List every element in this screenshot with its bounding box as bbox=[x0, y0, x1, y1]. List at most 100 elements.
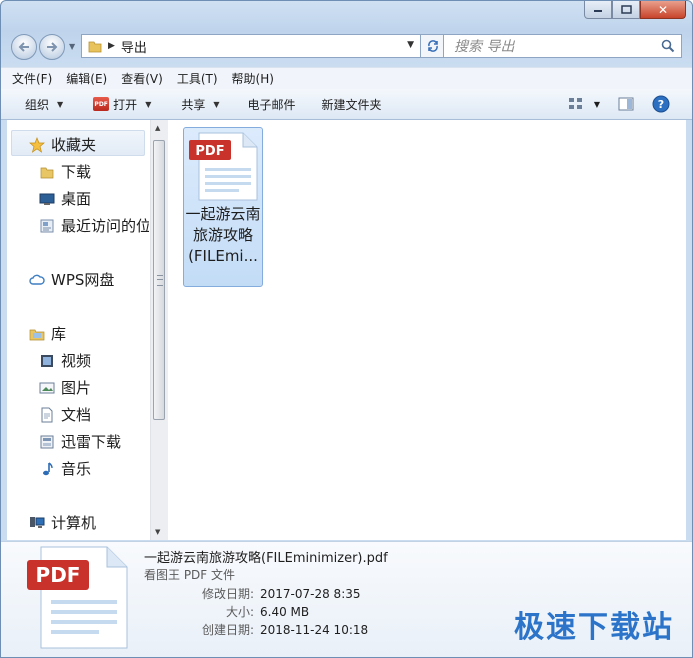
caption-buttons: ✕ bbox=[584, 1, 686, 21]
downloads-folder-icon bbox=[40, 167, 54, 178]
refresh-icon bbox=[427, 40, 438, 52]
sidebar-label: 库 bbox=[51, 325, 67, 343]
close-icon: ✕ bbox=[657, 2, 669, 17]
open-button[interactable]: PDF 打开 ▼ bbox=[93, 96, 151, 113]
address-dropdown[interactable]: ▼ bbox=[407, 40, 414, 50]
details-modified-row: 修改日期: 2017-07-28 8:35 bbox=[151, 585, 361, 602]
maximize-icon bbox=[620, 5, 632, 14]
details-filename: 一起游云南旅游攻略(FILEminimizer).pdf bbox=[144, 551, 388, 566]
details-pane: PDF 一起游云南旅游攻略(FILEminimizer).pdf 看图王 PDF… bbox=[1, 541, 692, 657]
breadcrumb-separator[interactable]: ▶ bbox=[108, 41, 115, 51]
change-view-icon[interactable] bbox=[568, 97, 584, 111]
sidebar-label: 文档 bbox=[61, 406, 92, 424]
chevron-down-icon: ▼ bbox=[213, 99, 220, 109]
file-name: 一起游云南旅游攻略(FILEmi... bbox=[185, 205, 261, 265]
star-icon bbox=[29, 136, 45, 153]
recent-places-icon bbox=[40, 219, 54, 232]
search-input[interactable] bbox=[452, 36, 656, 58]
scroll-thumb[interactable] bbox=[153, 140, 165, 420]
maximize-button[interactable] bbox=[612, 1, 640, 19]
new-folder-button[interactable]: 新建文件夹 bbox=[322, 96, 382, 113]
menu-file[interactable]: 文件(F) bbox=[12, 70, 52, 87]
sidebar-item-libraries[interactable]: 库 bbox=[29, 323, 66, 344]
details-filetype: 看图王 PDF 文件 bbox=[144, 568, 236, 582]
cloud-icon bbox=[29, 274, 45, 285]
pdf-app-icon: PDF bbox=[93, 97, 110, 111]
navigation-scrollbar[interactable]: ▲ ▼ bbox=[150, 120, 168, 540]
address-bar[interactable]: ▶ 导出 ▼ bbox=[81, 34, 421, 58]
forward-arrow-icon bbox=[47, 42, 58, 52]
scroll-down-arrow-icon[interactable]: ▼ bbox=[155, 528, 160, 536]
preview-pane-icon[interactable] bbox=[618, 97, 634, 111]
sidebar-item-recent[interactable]: 最近访问的位置 bbox=[39, 215, 149, 236]
sidebar-label: 音乐 bbox=[61, 460, 92, 478]
sidebar-item-videos[interactable]: 视频 bbox=[39, 350, 91, 371]
svg-text:?: ? bbox=[658, 98, 664, 111]
scroll-up-arrow-icon[interactable]: ▲ bbox=[155, 124, 160, 132]
search-icon[interactable] bbox=[661, 39, 675, 53]
sidebar-label: WPS网盘 bbox=[51, 271, 115, 289]
watermark-text: 极速下载站 bbox=[514, 610, 674, 645]
breadcrumb-export[interactable]: 导出 bbox=[121, 37, 147, 56]
pdf-file-icon: PDF bbox=[189, 132, 258, 201]
menu-bar: 文件(F) 编辑(E) 查看(V) 工具(T) 帮助(H) bbox=[1, 67, 692, 89]
computer-icon bbox=[30, 516, 45, 528]
folder-icon bbox=[88, 41, 102, 53]
sidebar-label: 收藏夹 bbox=[51, 136, 97, 154]
menu-edit[interactable]: 编辑(E) bbox=[66, 70, 107, 87]
menu-help[interactable]: 帮助(H) bbox=[232, 70, 274, 87]
recent-pages-dropdown[interactable]: ▼ bbox=[69, 42, 75, 51]
view-dropdown-icon[interactable]: ▼ bbox=[594, 100, 600, 109]
view-controls: ▼ ? bbox=[568, 95, 670, 113]
pictures-icon bbox=[39, 382, 55, 393]
details-size-row: 大小: 6.40 MB bbox=[151, 603, 309, 620]
library-icon bbox=[29, 329, 45, 340]
share-label: 共享 bbox=[181, 97, 206, 112]
email-button[interactable]: 电子邮件 bbox=[248, 96, 296, 113]
search-box[interactable] bbox=[443, 34, 682, 58]
navigation-pane: 收藏夹 下载 桌面 最近访问的位置 WPS网盘 库 bbox=[7, 120, 149, 540]
scroll-grip-icon bbox=[157, 275, 163, 286]
sidebar-item-desktop[interactable]: 桌面 bbox=[39, 188, 91, 209]
help-icon[interactable]: ? bbox=[652, 95, 670, 113]
minimize-button[interactable] bbox=[584, 1, 612, 19]
sidebar-item-computer[interactable]: 计算机 bbox=[29, 512, 96, 533]
back-arrow-icon bbox=[18, 42, 29, 52]
menu-tools[interactable]: 工具(T) bbox=[177, 70, 218, 87]
sidebar-label: 桌面 bbox=[61, 190, 92, 208]
forward-button[interactable] bbox=[39, 34, 65, 60]
organize-button[interactable]: 组织 ▼ bbox=[25, 96, 63, 113]
sidebar-item-downloads[interactable]: 下载 bbox=[39, 161, 91, 182]
file-item-pdf[interactable]: PDF 一起游云南旅游攻略(FILEmi... bbox=[183, 127, 263, 287]
back-button[interactable] bbox=[11, 34, 37, 60]
size-label: 大小: bbox=[225, 605, 254, 619]
command-bar: 组织 ▼ PDF 打开 ▼ 共享 ▼ 电子邮件 新建文件夹 ▼ ? bbox=[1, 89, 692, 120]
sidebar-item-favorites[interactable]: 收藏夹 bbox=[29, 134, 96, 155]
sidebar-item-thunder[interactable]: 迅雷下载 bbox=[39, 431, 121, 452]
sidebar-label: 下载 bbox=[61, 163, 92, 181]
explorer-window: ✕ ▼ ▶ 导出 ▼ 文件(F) 编辑(E) 查看(V) 工具(T) 帮助(H) bbox=[0, 0, 693, 658]
modified-label: 修改日期: bbox=[201, 587, 254, 601]
details-created-row: 创建日期: 2018-11-24 10:18 bbox=[151, 621, 368, 638]
content-area: 收藏夹 下载 桌面 最近访问的位置 WPS网盘 库 bbox=[7, 120, 686, 540]
sidebar-item-wps[interactable]: WPS网盘 bbox=[29, 269, 114, 290]
new-folder-label: 新建文件夹 bbox=[321, 97, 382, 112]
sidebar-item-music[interactable]: 音乐 bbox=[39, 458, 91, 479]
created-value: 2018-11-24 10:18 bbox=[260, 623, 369, 637]
sidebar-item-documents[interactable]: 文档 bbox=[39, 404, 91, 425]
organize-label: 组织 bbox=[25, 97, 50, 112]
close-button[interactable]: ✕ bbox=[640, 1, 686, 19]
size-value: 6.40 MB bbox=[260, 605, 310, 619]
chevron-down-icon: ▼ bbox=[145, 99, 152, 109]
pdf-badge-large-text: PDF bbox=[36, 563, 81, 587]
documents-icon bbox=[41, 407, 53, 422]
sidebar-item-pictures[interactable]: 图片 bbox=[39, 377, 91, 398]
menu-view[interactable]: 查看(V) bbox=[121, 70, 163, 87]
share-button[interactable]: 共享 ▼ bbox=[181, 96, 219, 113]
sidebar-label: 视频 bbox=[61, 352, 92, 370]
sidebar-label: 最近访问的位置 bbox=[61, 217, 149, 235]
file-list: PDF 一起游云南旅游攻略(FILEmi... bbox=[167, 120, 686, 540]
desktop-icon bbox=[39, 193, 55, 205]
open-label: 打开 bbox=[113, 97, 138, 112]
refresh-button[interactable] bbox=[421, 34, 445, 58]
